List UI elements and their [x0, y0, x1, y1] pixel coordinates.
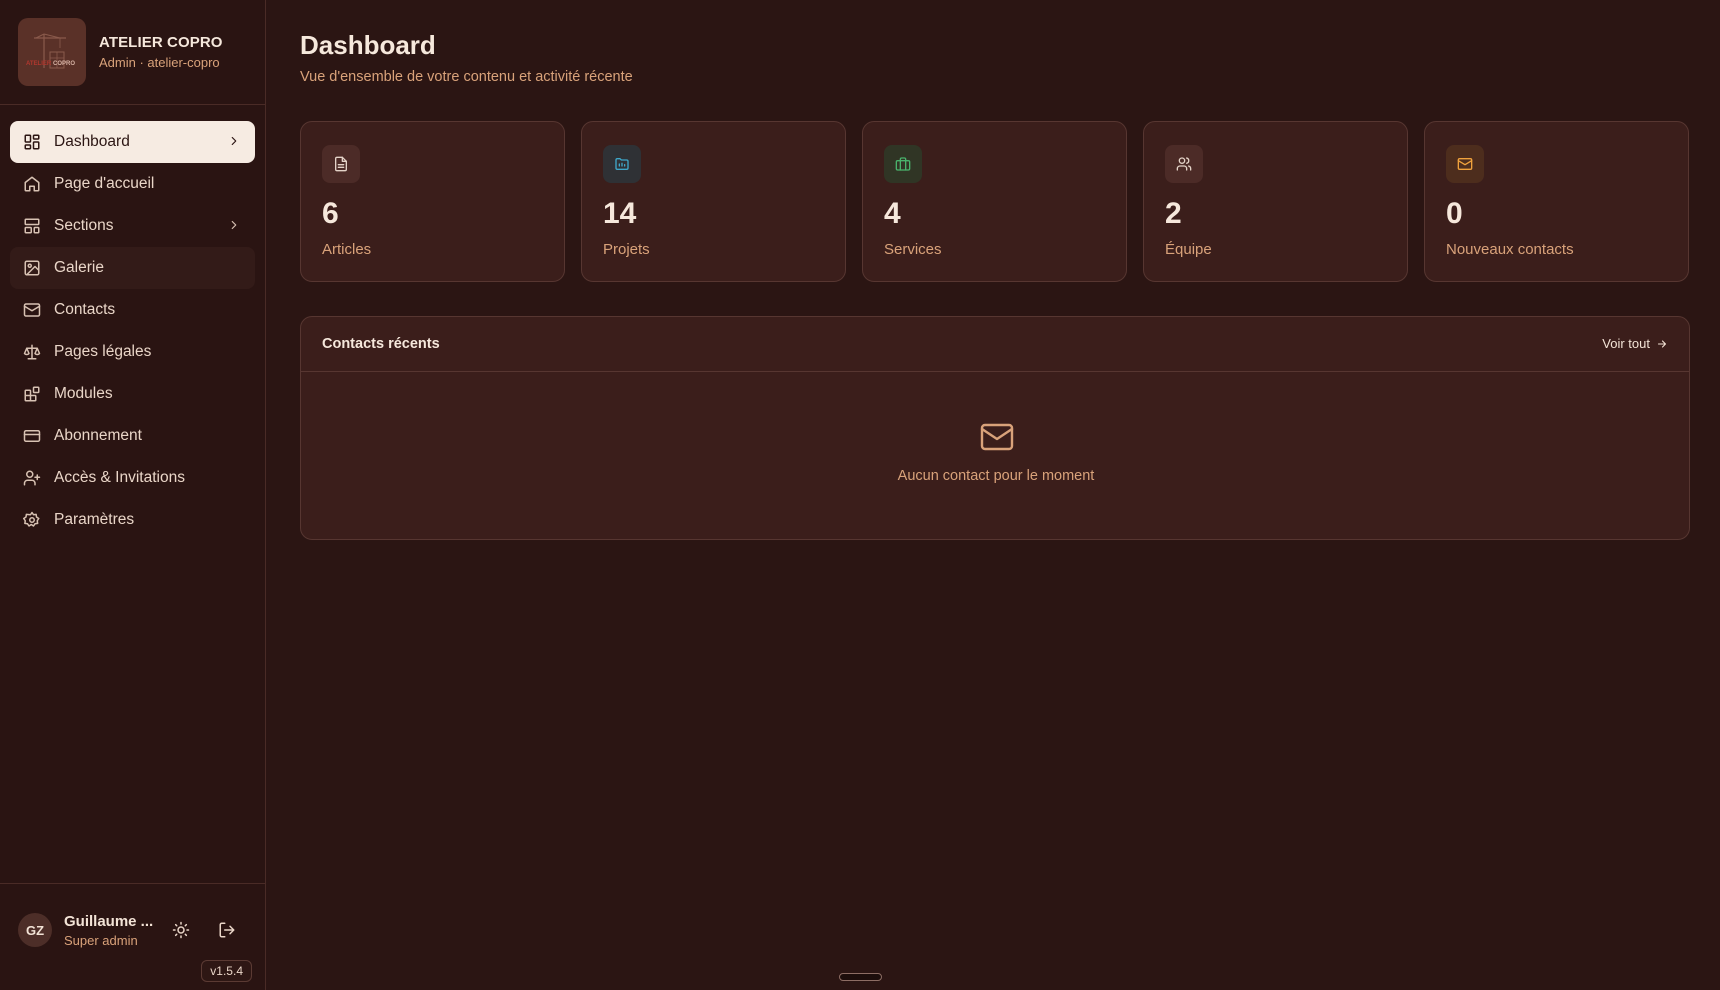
grid-icon: [23, 133, 41, 151]
scale-icon: [23, 343, 41, 361]
brand-logo[interactable]: ATELIER COPRO: [18, 18, 86, 86]
sidebar-nav: Dashboard Page d'accueil Sections Galeri…: [0, 105, 265, 541]
stat-card-equipe[interactable]: 2 Équipe: [1143, 121, 1408, 282]
user-name: Guillaume ...: [64, 913, 154, 930]
chevron-right-icon: [227, 218, 241, 232]
image-icon: [23, 259, 41, 277]
logo-text-left: ATELIER: [26, 61, 52, 67]
sidebar-item-label: Contacts: [54, 301, 116, 318]
folder-icon: [603, 145, 641, 183]
empty-state-text: Aucun contact pour le moment: [897, 468, 1095, 484]
stat-card-services[interactable]: 4 Services: [862, 121, 1127, 282]
view-all-link[interactable]: Voir tout: [1602, 336, 1668, 351]
sidebar-item-label: Page d'accueil: [54, 175, 155, 192]
stat-label: Services: [884, 241, 942, 258]
stat-card-nouveaux-contacts[interactable]: 0 Nouveaux contacts: [1424, 121, 1689, 282]
theme-toggle-sun-icon[interactable]: [172, 921, 190, 939]
page-title: Dashboard: [300, 30, 436, 60]
sidebar-item-label: Abonnement: [54, 427, 142, 444]
sidebar-item-page-accueil[interactable]: Page d'accueil: [10, 163, 255, 205]
sidebar-item-contacts[interactable]: Contacts: [10, 289, 255, 331]
sidebar-item-sections[interactable]: Sections: [10, 205, 255, 247]
user-plus-icon: [23, 469, 41, 487]
brand-header: ATELIER COPRO ATELIER COPRO Admin · atel…: [0, 0, 265, 105]
stat-value: 14: [603, 197, 637, 230]
sidebar-item-label: Pages légales: [54, 343, 152, 360]
gear-icon: [23, 511, 41, 529]
home-icon: [23, 175, 41, 193]
sidebar-item-label: Dashboard: [54, 133, 130, 150]
stat-card-articles[interactable]: 6 Articles: [300, 121, 565, 282]
panel-header: Contacts récents Voir tout: [301, 317, 1689, 372]
stats-grid: 6 Articles 14 Projets 4 Services 2 Équip…: [300, 121, 1690, 282]
sidebar-item-abonnement[interactable]: Abonnement: [10, 415, 255, 457]
sidebar-item-pages-legales[interactable]: Pages légales: [10, 331, 255, 373]
sidebar-item-acces-invitations[interactable]: Accès & Invitations: [10, 457, 255, 499]
sidebar-item-modules[interactable]: Modules: [10, 373, 255, 415]
crane-logo-icon: [34, 33, 66, 69]
sidebar-item-galerie[interactable]: Galerie: [10, 247, 255, 289]
stat-label: Articles: [322, 241, 372, 258]
layout-icon: [23, 217, 41, 235]
user-role: Super admin: [64, 933, 138, 948]
sidebar-item-dashboard[interactable]: Dashboard: [10, 121, 255, 163]
stat-label: Nouveaux contacts: [1446, 241, 1574, 258]
sidebar-item-label: Paramètres: [54, 511, 135, 528]
view-all-label: Voir tout: [1602, 336, 1650, 351]
brand-name: ATELIER COPRO: [99, 34, 223, 51]
mail-icon: [1446, 145, 1484, 183]
arrow-right-icon: [1657, 339, 1667, 348]
sidebar-item-label: Galerie: [54, 259, 104, 276]
sidebar-item-label: Accès & Invitations: [54, 469, 185, 486]
avatar[interactable]: GZ: [18, 913, 52, 947]
stat-value: 6: [322, 197, 339, 230]
logo-text-right: COPRO: [53, 61, 76, 67]
page-subtitle: Vue d'ensemble de votre contenu et activ…: [300, 69, 633, 85]
version-badge: v1.5.4: [201, 960, 252, 982]
stat-value: 2: [1165, 197, 1182, 230]
panel-title: Contacts récents: [322, 336, 440, 352]
logout-icon[interactable]: [218, 921, 236, 939]
sidebar: ATELIER COPRO ATELIER COPRO Admin · atel…: [0, 0, 266, 990]
scroll-handle[interactable]: [839, 973, 882, 981]
credit-card-icon: [23, 427, 41, 445]
mail-icon: [23, 301, 41, 319]
stat-card-projets[interactable]: 14 Projets: [581, 121, 846, 282]
chevron-right-icon: [227, 134, 241, 148]
user-panel: GZ Guillaume ... Super admin v1.5.4: [0, 883, 265, 990]
brand-text: ATELIER COPRO Admin · atelier-copro: [99, 34, 223, 70]
users-icon: [1165, 145, 1203, 183]
sidebar-item-parametres[interactable]: Paramètres: [10, 499, 255, 541]
sidebar-item-label: Modules: [54, 385, 113, 402]
file-text-icon: [322, 145, 360, 183]
stat-label: Projets: [603, 241, 650, 258]
sidebar-item-label: Sections: [54, 217, 114, 234]
briefcase-icon: [884, 145, 922, 183]
brand-subtitle: Admin · atelier-copro: [99, 55, 220, 70]
stat-label: Équipe: [1165, 241, 1212, 258]
blocks-icon: [23, 385, 41, 403]
stat-value: 0: [1446, 197, 1463, 230]
stat-value: 4: [884, 197, 901, 230]
mail-icon: [980, 422, 1014, 452]
recent-contacts-panel: Contacts récents Voir tout Aucun contact…: [300, 316, 1690, 540]
